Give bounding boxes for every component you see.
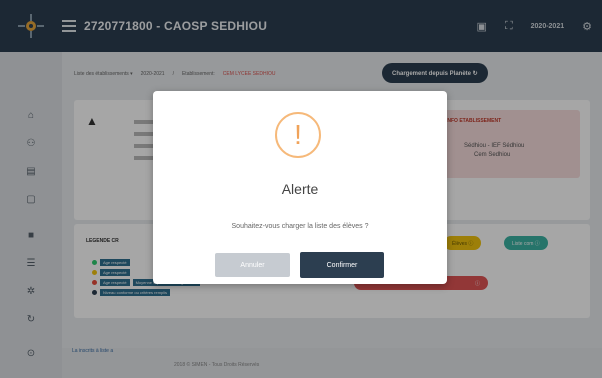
confirm-button[interactable]: Confirmer <box>300 252 384 278</box>
warning-icon: ! <box>275 112 321 158</box>
modal-message: Souhaitez-vous charger la liste des élèv… <box>231 223 369 230</box>
alert-modal: ! Alerte Souhaitez-vous charger la liste… <box>153 91 447 284</box>
cancel-button[interactable]: Annuler <box>215 253 290 277</box>
modal-title: Alerte <box>281 181 319 197</box>
